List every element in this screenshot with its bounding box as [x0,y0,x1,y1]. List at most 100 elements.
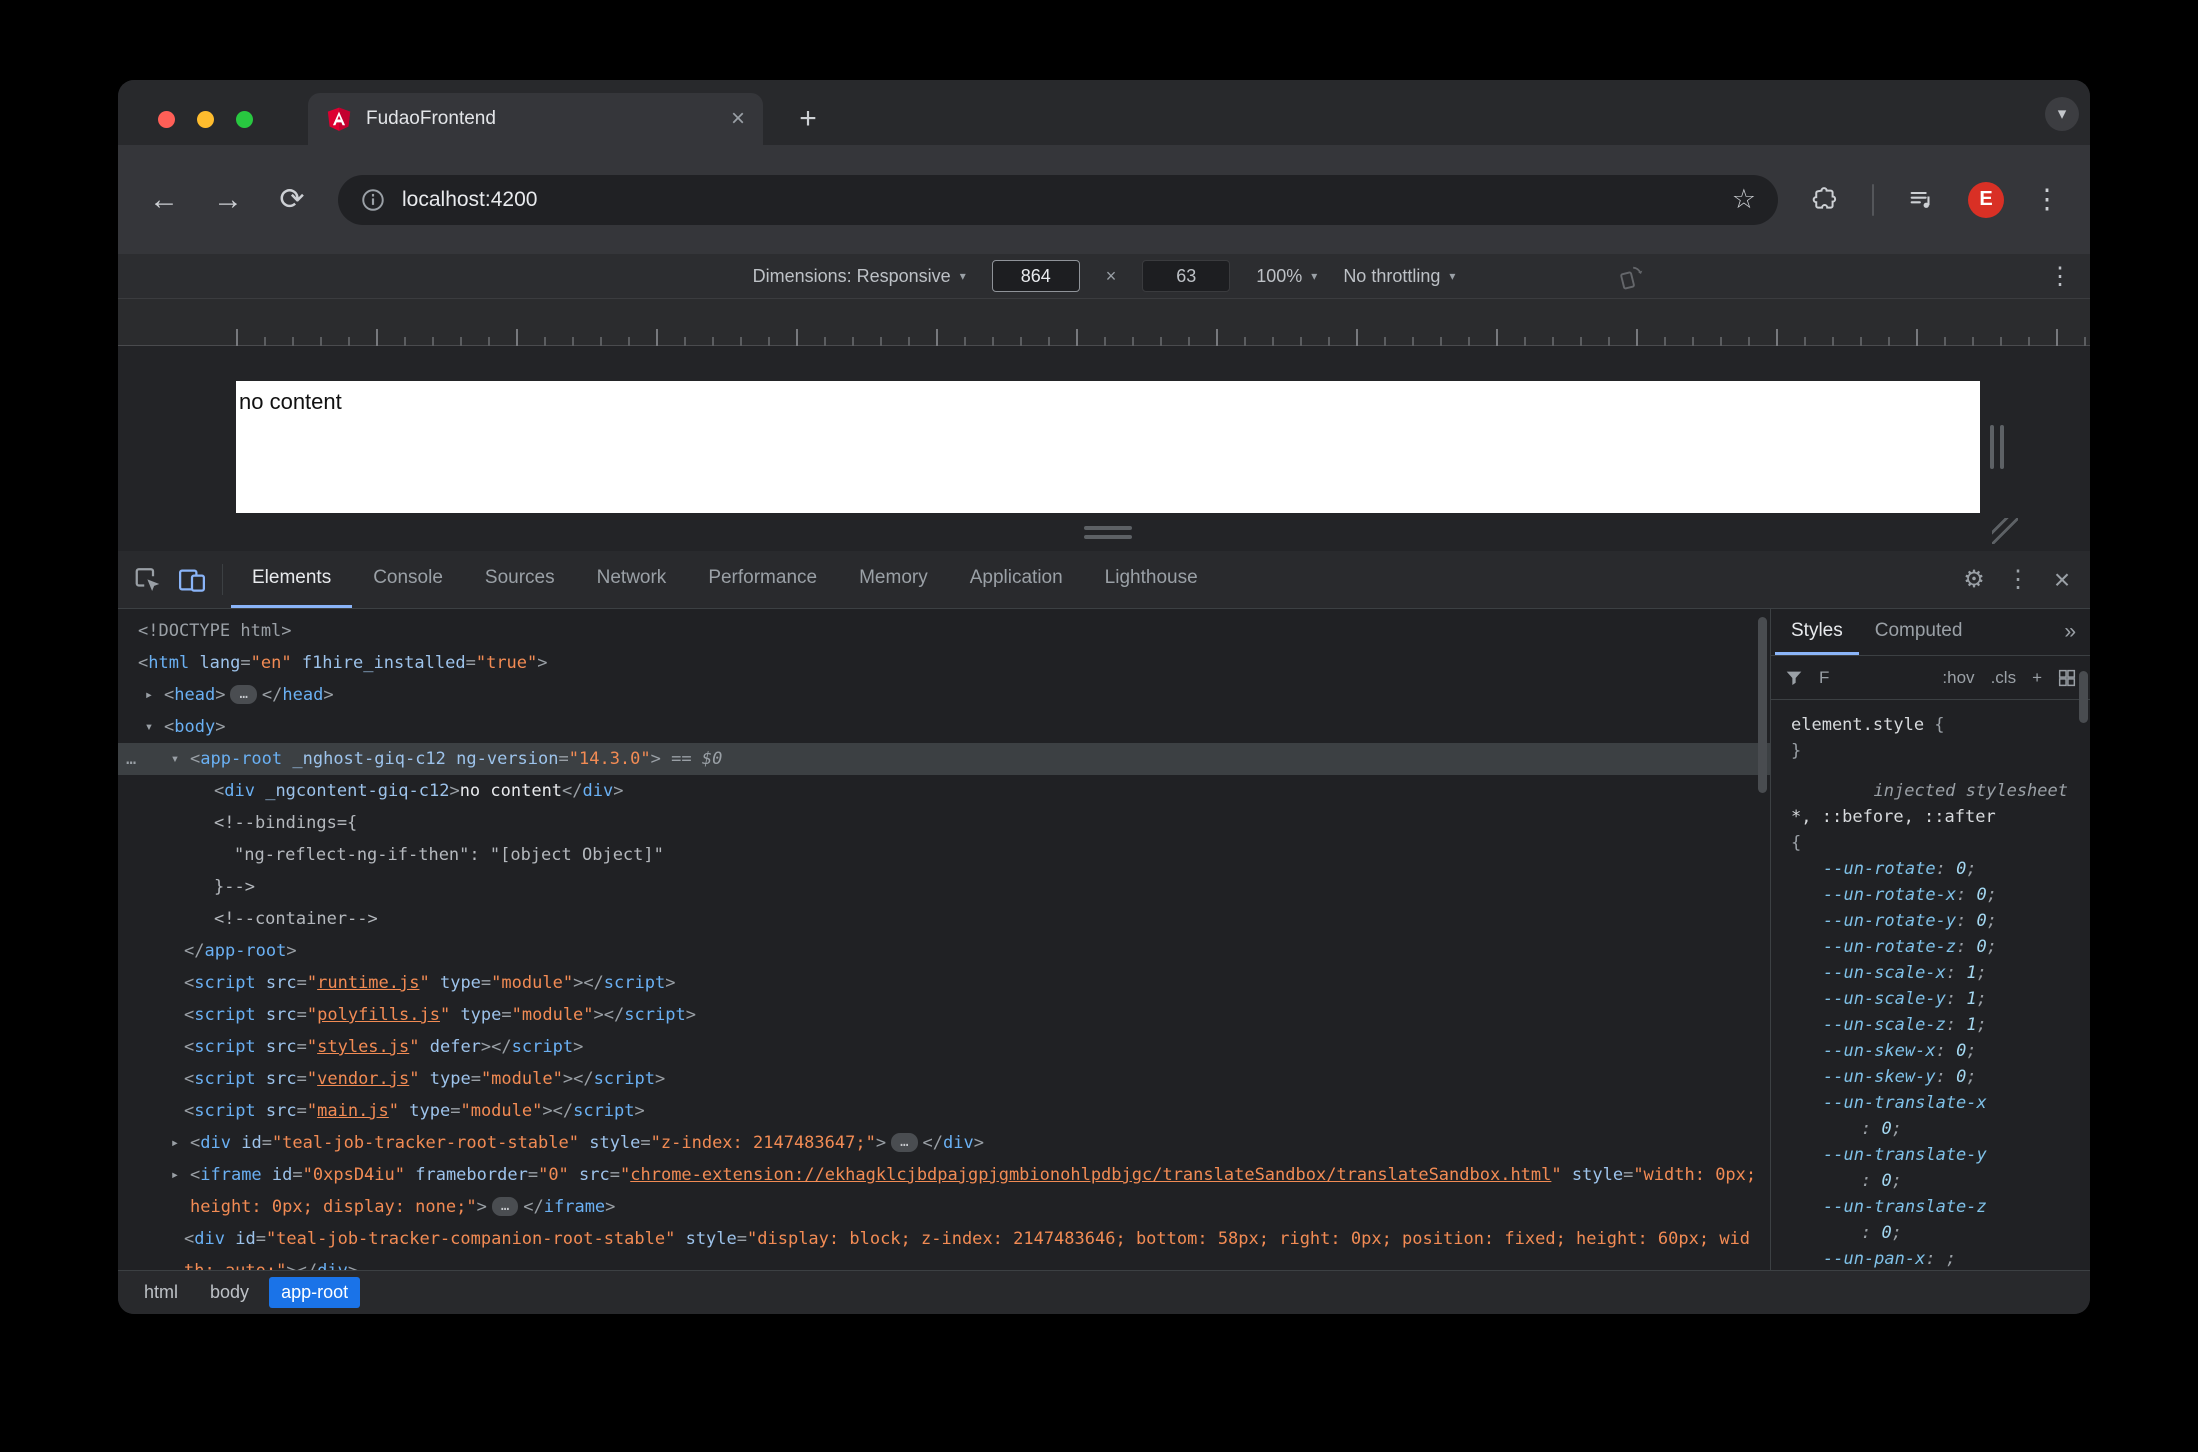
expand-arrow-icon[interactable]: ▸ [164,1127,186,1159]
tab-search-button[interactable]: ▾ [2045,97,2079,131]
resource-link[interactable]: main.js [317,1101,389,1121]
elements-tree-node[interactable]: "ng-reflect-ng-if-then": "[object Object… [118,839,1770,871]
node-more-actions-icon[interactable]: … [126,743,136,775]
elements-tree-node[interactable]: ▸ <div id="teal-job-tracker-root-stable" … [118,1127,1770,1159]
expand-arrow-icon[interactable]: ▸ [164,1159,186,1191]
browser-tab[interactable]: FudaoFrontend × [308,93,763,145]
resource-link[interactable]: styles.js [317,1037,409,1057]
elements-tree-node[interactable]: <script src="polyfills.js" type="module"… [118,999,1770,1031]
elements-tree-node[interactable]: ▸ <head>… </head> [118,679,1770,711]
devtools-tab-application[interactable]: Application [949,551,1084,608]
rotate-viewport-button[interactable] [1618,263,1645,295]
style-rule-line: --un-pan-x: ; [1823,1249,1957,1269]
forward-button[interactable]: → [210,184,246,215]
styles-content: element.style {} injected stylesheet *, ::… [1771,700,2090,1270]
address-bar[interactable]: localhost:4200 ☆ [338,174,1778,225]
page-viewport[interactable]: no content [236,381,1980,513]
elements-tree-node[interactable]: <!--bindings={ [118,807,1770,839]
site-info-icon[interactable] [360,187,386,213]
device-toolbar-toggle-icon[interactable] [170,551,214,608]
styles-filter-input[interactable]: F [1817,666,1831,690]
style-rule-line: --un-skew-y: 0; [1823,1067,1977,1087]
resource-link[interactable]: vendor.js [317,1069,409,1089]
elements-tree-node[interactable]: </app-root> [118,935,1770,967]
devtools-close-icon[interactable]: × [2042,564,2082,596]
elements-tree-node[interactable]: <script src="vendor.js" type="module"></… [118,1063,1770,1095]
collapsed-children-badge[interactable]: … [491,1197,519,1216]
stylesheet-source-link[interactable]: injected stylesheet [1771,778,2090,804]
devtools-tab-sources[interactable]: Sources [464,551,576,608]
elements-tree-node[interactable]: <!--container--> [118,903,1770,935]
breadcrumb-app-root[interactable]: app-root [269,1277,361,1308]
device-toolbar-menu-icon[interactable]: ⋮ [2048,262,2072,291]
elements-tree-node[interactable]: <script src="main.js" type="module"></sc… [118,1095,1770,1127]
media-controls-icon[interactable] [1902,186,1940,214]
more-panels-icon[interactable]: » [2054,609,2086,655]
elements-tree-node[interactable]: <html lang="en" f1hire_installed="true"> [118,647,1770,679]
new-tab-button[interactable]: + [790,101,826,137]
breadcrumb-body[interactable]: body [198,1277,261,1308]
resource-link[interactable]: polyfills.js [317,1005,440,1025]
elements-tree-node[interactable]: <div id="teal-job-tracker-companion-root… [118,1223,1770,1270]
tab-styles[interactable]: Styles [1775,609,1859,655]
zoom-select[interactable]: 100% ▾ [1256,266,1317,287]
browser-menu-icon[interactable]: ⋮ [2032,186,2062,213]
devtools-tab-network[interactable]: Network [576,551,688,608]
throttling-select[interactable]: No throttling ▾ [1343,266,1455,287]
elements-tree-node[interactable]: <!DOCTYPE html> [118,615,1770,647]
elements-scrollbar-thumb[interactable] [1758,617,1767,793]
computed-styles-grid-icon[interactable] [2056,667,2078,689]
viewport-height-input[interactable] [1142,260,1231,292]
elements-tree-node[interactable]: <script src="styles.js" defer></script> [118,1031,1770,1063]
extensions-icon[interactable] [1806,186,1844,214]
resource-link[interactable]: chrome-extension://ekhagklcjbdpajgpjgmbi… [630,1165,1551,1185]
devtools-menu-icon[interactable]: ⋮ [1998,565,2038,594]
profile-avatar[interactable]: E [1968,181,2004,218]
navigation-toolbar: ← → ⟳ localhost:4200 ☆ E ⋮ [118,145,2090,254]
style-rule-line: --un-rotate-z: 0; [1823,937,1998,957]
angular-favicon-icon [326,106,352,132]
expand-arrow-icon[interactable]: ▸ [138,679,160,711]
elements-tree-node[interactable]: }--> [118,871,1770,903]
bookmark-star-icon[interactable]: ☆ [1732,186,1756,213]
viewport-resize-handle-corner[interactable] [1992,518,2018,544]
breadcrumb-html[interactable]: html [132,1277,190,1308]
device-mode-canvas: no content [118,346,2090,551]
collapse-arrow-icon[interactable]: ▾ [164,743,186,775]
close-window-button[interactable] [158,111,175,128]
tab-title: FudaoFrontend [366,108,496,129]
inspect-element-icon[interactable] [126,551,170,608]
devtools-tab-memory[interactable]: Memory [838,551,949,608]
collapsed-children-badge[interactable]: … [891,1133,918,1152]
dimensions-select[interactable]: Dimensions: Responsive ▾ [753,266,966,287]
elements-tree-node[interactable]: ▾ <body> [118,711,1770,743]
toggle-element-state-button[interactable]: :hov [1940,666,1976,690]
reload-button[interactable]: ⟳ [274,184,310,215]
element-classes-button[interactable]: .cls [1989,666,2019,690]
elements-tree-node[interactable]: ▸ <iframe id="0xpsD4iu" frameborder="0" s… [118,1159,1770,1223]
back-button[interactable]: ← [146,184,182,215]
devtools-tab-elements[interactable]: Elements [231,551,353,608]
zoom-window-button[interactable] [236,111,253,128]
collapse-arrow-icon[interactable]: ▾ [138,711,160,743]
devtools-tab-performance[interactable]: Performance [687,551,838,608]
elements-tree-node-selected[interactable]: … ▾ <app-root _nghost-giq-c12 ng-version="… [118,743,1770,775]
styles-scrollbar-thumb[interactable] [2079,671,2088,723]
viewport-width-input[interactable] [991,260,1080,292]
style-rule-line: --un-skew-x: 0; [1823,1041,1977,1061]
devtools-tab-console[interactable]: Console [352,551,464,608]
elements-tree-node[interactable]: <div _ngcontent-giq-c12>no content</div> [118,775,1770,807]
viewport-resize-handle-right[interactable] [1990,425,2004,469]
tab-close-icon[interactable]: × [731,107,745,131]
minimize-window-button[interactable] [197,111,214,128]
devtools-settings-icon[interactable]: ⚙ [1954,565,1994,594]
elements-tree-node[interactable]: <script src="runtime.js" type="module"><… [118,967,1770,999]
collapsed-children-badge[interactable]: … [230,685,257,704]
resource-link[interactable]: runtime.js [317,973,419,993]
viewport-resize-handle-bottom[interactable] [1084,526,1132,539]
filter-funnel-icon[interactable] [1783,667,1805,689]
devtools-panel: Elements Console Sources Network Performance… [118,551,2090,1314]
new-style-rule-button[interactable]: + [2030,666,2044,690]
tab-computed[interactable]: Computed [1859,609,1979,655]
devtools-tab-lighthouse[interactable]: Lighthouse [1084,551,1219,608]
